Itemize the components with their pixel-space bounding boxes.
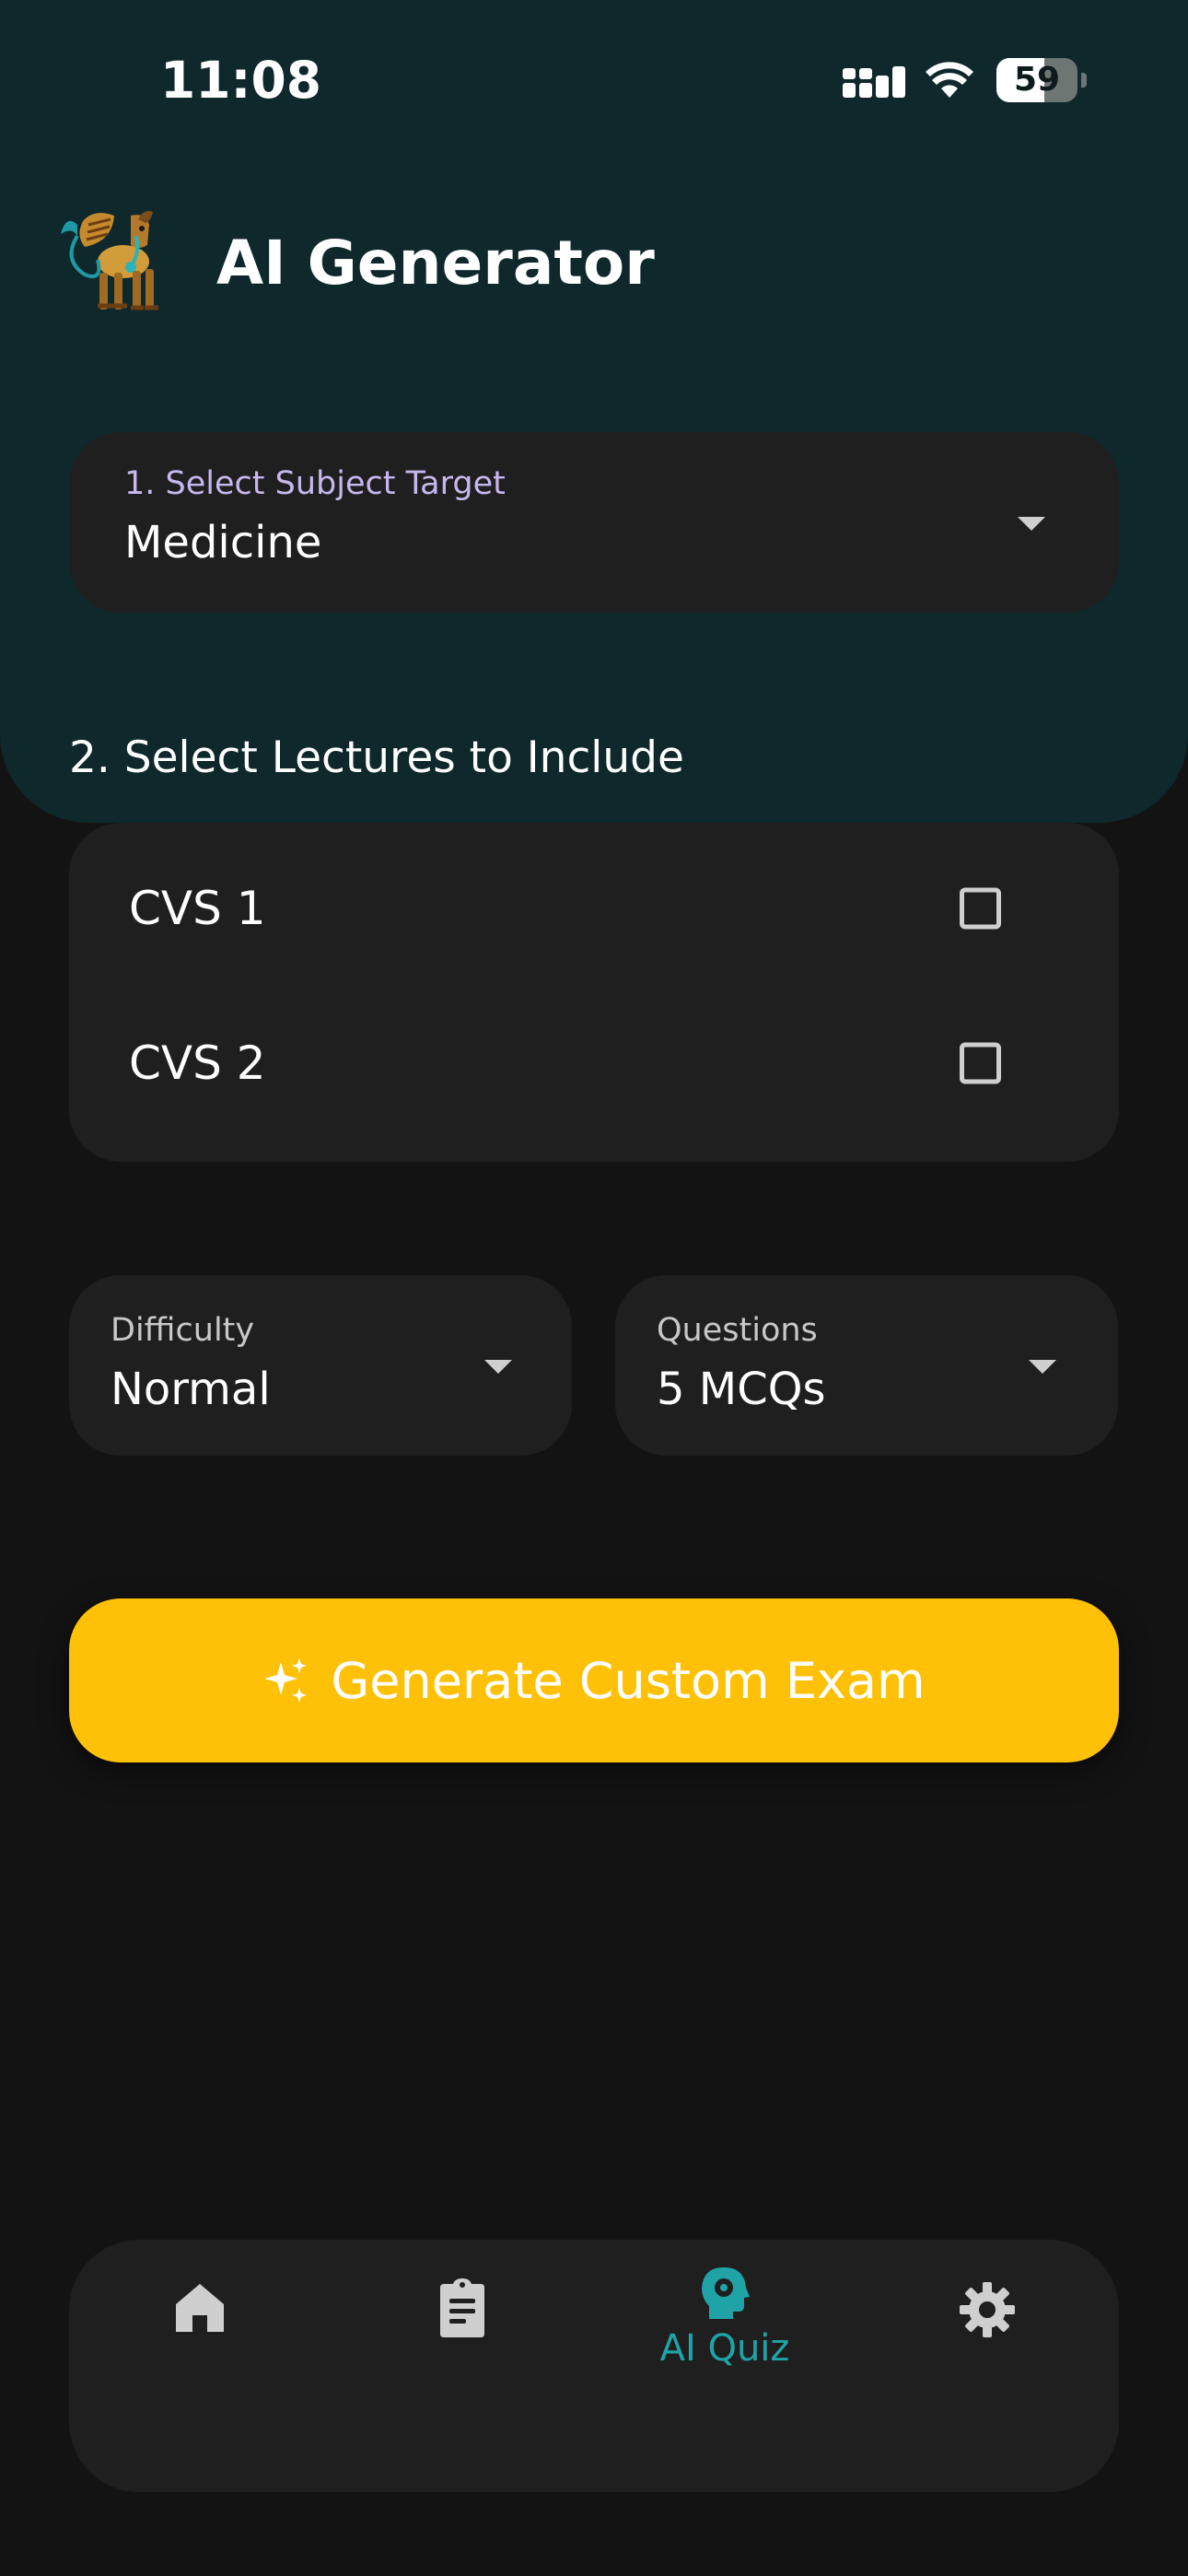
subject-select[interactable]: 1. Select Subject Target Medicine [69,432,1119,613]
gear-icon [960,2282,1015,2337]
difficulty-value: Normal [111,1364,271,1415]
subject-select-value: Medicine [124,517,322,568]
difficulty-label: Difficulty [111,1312,255,1349]
chevron-down-icon [484,1360,512,1374]
questions-select[interactable]: Questions 5 MCQs [615,1275,1118,1456]
lectures-list: CVS 1 CVS 2 [69,823,1119,1162]
battery-indicator: 59 [996,58,1089,102]
lecture-checkbox[interactable] [960,887,1001,930]
cellular-signal-icon [843,66,905,98]
winged-lamassu-logo-icon [61,211,158,310]
subject-select-label: 1. Select Subject Target [124,465,506,502]
nav-item-home[interactable] [108,2240,292,2424]
nav-item-ai-quiz[interactable]: AI Quiz [633,2240,817,2424]
sparkles-icon [264,1658,308,1703]
ai-brain-icon [702,2267,750,2319]
bottom-navigation: AI Quiz [69,2240,1119,2492]
chevron-down-icon [1018,517,1045,531]
chevron-down-icon [1029,1360,1056,1374]
clipboard-icon [440,2278,484,2337]
status-time: 11:08 [160,51,322,110]
generate-exam-button[interactable]: Generate Custom Exam [69,1598,1119,1762]
lecture-checkbox[interactable] [960,1042,1001,1084]
lecture-item-cvs-2[interactable]: CVS 2 [69,986,1119,1141]
header-background [0,0,1188,823]
nav-item-exams[interactable] [370,2240,554,2424]
page-title: AI Generator [216,228,655,299]
lectures-section-title: 2. Select Lectures to Include [69,732,684,783]
difficulty-select[interactable]: Difficulty Normal [69,1275,572,1456]
generate-exam-label: Generate Custom Exam [331,1651,926,1710]
wifi-icon [926,62,973,98]
lecture-item-label: CVS 1 [129,882,266,935]
questions-value: 5 MCQs [657,1364,826,1415]
battery-percentage: 59 [1013,61,1061,99]
lecture-item-cvs-1[interactable]: CVS 1 [69,831,1119,986]
questions-label: Questions [657,1312,818,1349]
home-icon [176,2284,224,2332]
nav-item-settings[interactable] [895,2240,1079,2424]
lecture-item-label: CVS 2 [129,1036,266,1090]
nav-label-ai-quiz: AI Quiz [659,2327,790,2370]
